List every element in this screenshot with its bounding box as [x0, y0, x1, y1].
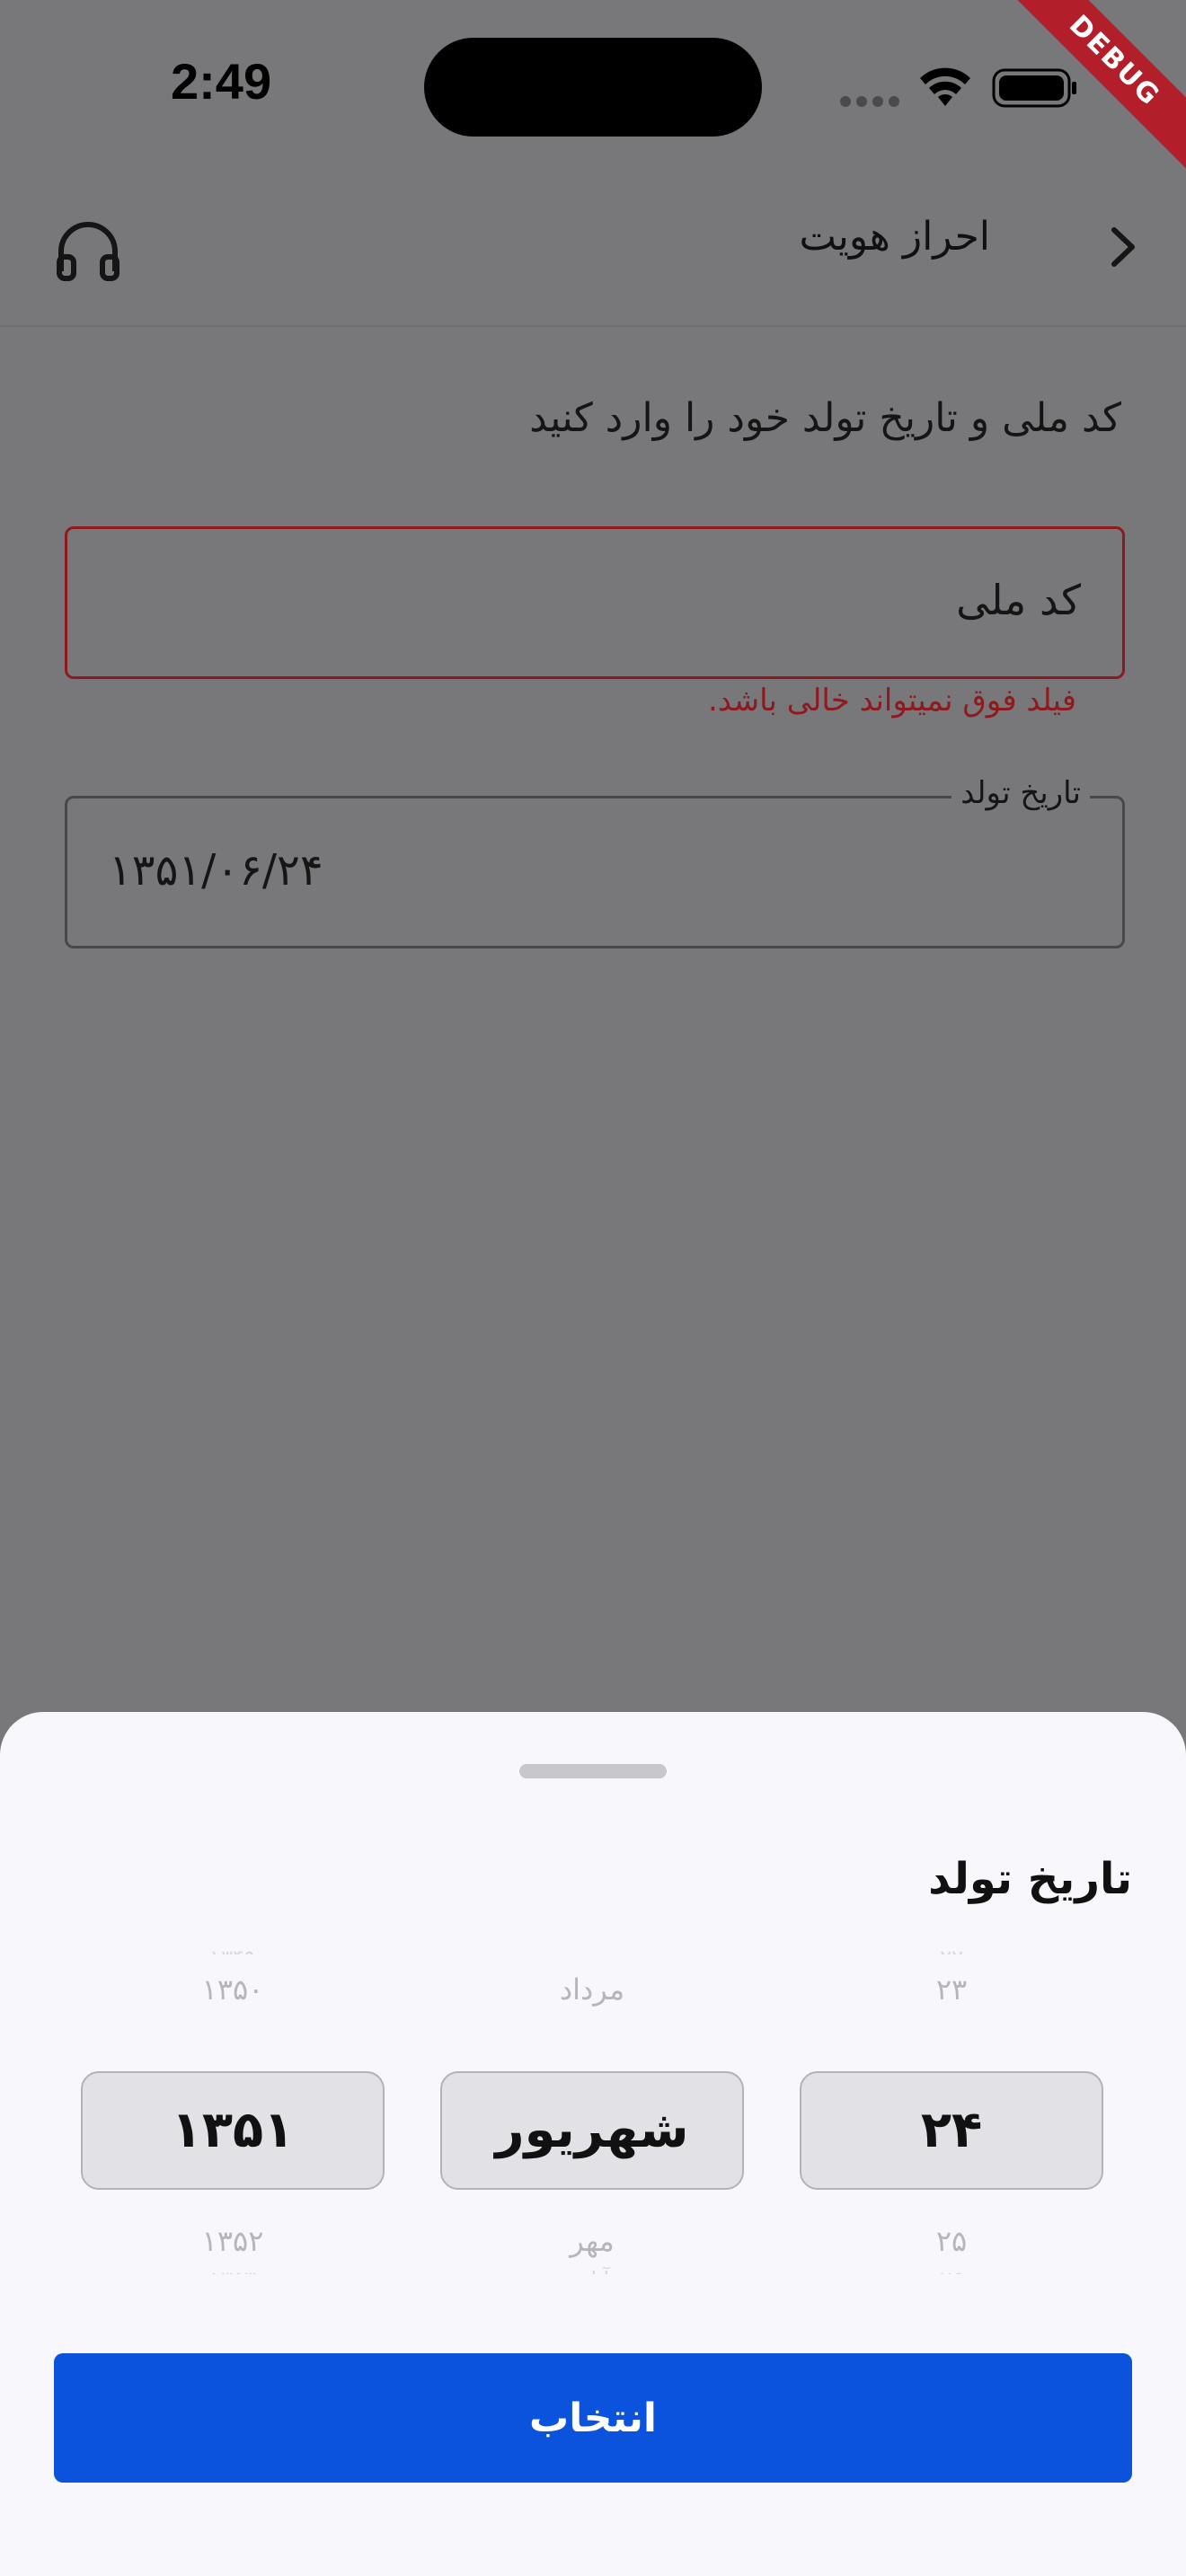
month-picker[interactable]: تیر مرداد شهریور مهر آبان — [440, 1945, 744, 2274]
day-selected[interactable]: ۲۴ — [800, 2071, 1103, 2190]
wifi-icon — [920, 67, 970, 106]
national-code-placeholder: کد ملی — [956, 576, 1081, 624]
birth-date-label: تاریخ تولد — [951, 775, 1090, 811]
dynamic-island — [424, 38, 762, 137]
sheet-drag-handle[interactable] — [519, 1764, 667, 1778]
day-above[interactable]: ۲۳ — [800, 1972, 1103, 2007]
headphones-icon[interactable] — [52, 216, 124, 287]
cellular-signal-icon — [840, 93, 905, 110]
app-bar: احراز هویت — [0, 171, 1186, 327]
year-above[interactable]: ۱۳۵۰ — [81, 1972, 385, 2007]
date-picker-sheet: تاریخ تولد ۱۳۴۹ ۱۳۵۰ ۱۳۵۱ ۱۳۵۲ ۱۳۵۳ تیر … — [0, 1712, 1186, 2576]
picker-faint-item: ۲۶ — [800, 2267, 1103, 2274]
birth-date-value: ۱۳۵۱/۰۶/۲۴ — [109, 845, 323, 895]
month-below[interactable]: مهر — [440, 2224, 744, 2258]
status-bar: 2:49 DEBUG — [0, 0, 1186, 174]
battery-icon — [992, 68, 1076, 108]
day-picker[interactable]: ۲۲ ۲۳ ۲۴ ۲۵ ۲۶ — [800, 1945, 1103, 2274]
select-button[interactable]: انتخاب — [54, 2353, 1132, 2483]
month-above[interactable]: مرداد — [440, 1972, 744, 2007]
status-time: 2:49 — [171, 53, 272, 110]
sheet-title: تاریخ تولد — [928, 1854, 1132, 1904]
national-code-field[interactable]: کد ملی — [65, 526, 1125, 679]
picker-faint-item: تیر — [440, 1945, 744, 1954]
picker-faint-item: ۱۳۴۹ — [81, 1945, 385, 1954]
month-selected[interactable]: شهریور — [440, 2071, 744, 2190]
picker-faint-item: ۲۲ — [800, 1945, 1103, 1954]
picker-faint-item: ۱۳۵۳ — [81, 2267, 385, 2274]
instruction-text: کد ملی و تاریخ تولد خود را وارد کنید — [529, 395, 1121, 441]
year-selected[interactable]: ۱۳۵۱ — [81, 2071, 385, 2190]
year-picker[interactable]: ۱۳۴۹ ۱۳۵۰ ۱۳۵۱ ۱۳۵۲ ۱۳۵۳ — [81, 1945, 385, 2274]
national-code-error: فیلد فوق نمیتواند خالی باشد. — [707, 683, 1076, 719]
picker-faint-item: آبان — [440, 2267, 744, 2274]
day-below[interactable]: ۲۵ — [800, 2224, 1103, 2258]
birth-date-field[interactable]: تاریخ تولد ۱۳۵۱/۰۶/۲۴ — [65, 775, 1125, 948]
year-below[interactable]: ۱۳۵۲ — [81, 2224, 385, 2258]
chevron-right-icon[interactable] — [1096, 216, 1150, 278]
page-title: احراز هویت — [799, 214, 990, 260]
